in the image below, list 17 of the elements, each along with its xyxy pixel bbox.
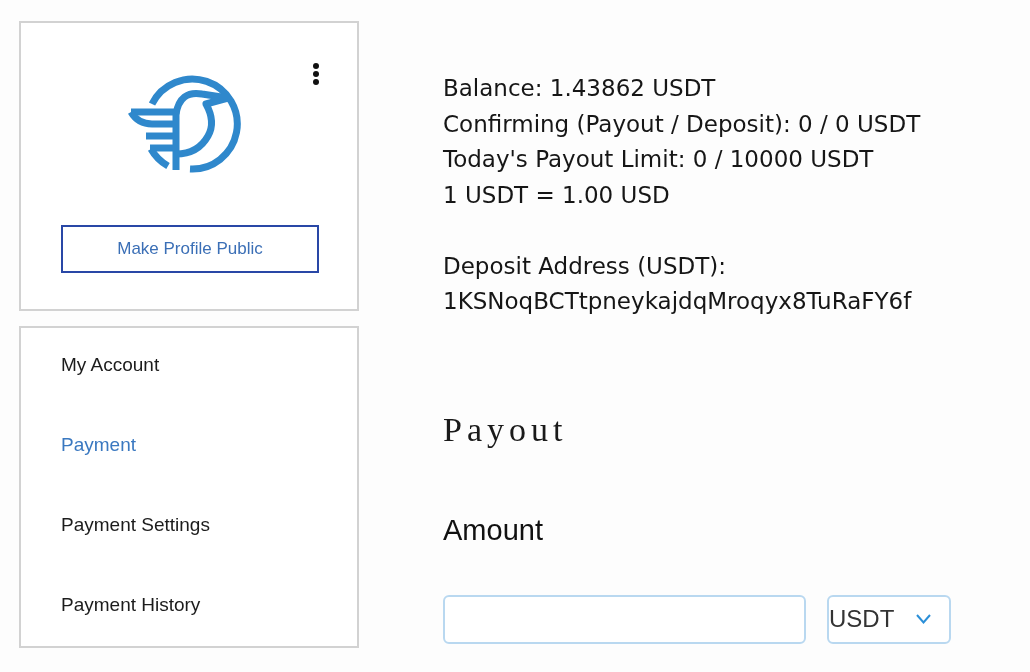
sidebar-item[interactable]: Payment History <box>61 585 201 625</box>
deposit-address-label: Deposit Address (USDT): <box>443 251 727 281</box>
deposit-address: 1KSNoqBCTtpneykajdqMroqyx8TuRaFY6f <box>443 287 912 316</box>
info-text: 1 USDT = 1.00 USD <box>443 180 670 210</box>
payout-heading: Payout <box>443 409 568 450</box>
info-text: Today's Payout Limit: 0 / 10000 USDT <box>443 145 874 174</box>
currency-select[interactable]: USDT <box>827 594 951 644</box>
more-options-icon[interactable] <box>312 63 320 85</box>
amount-input-field[interactable] <box>443 594 806 644</box>
amount-label: Amount <box>443 512 543 547</box>
make-profile-public-button[interactable]: Make Profile Public <box>61 225 319 273</box>
sidebar-item[interactable]: Payment <box>61 425 136 465</box>
info-text: Balance: 1.43862 USDT <box>443 74 716 103</box>
chevron-down-icon <box>916 614 932 624</box>
info-text: Confirming (Payout / Deposit): 0 / 0 USDT <box>443 109 921 139</box>
sidebar-item[interactable]: My Account <box>61 345 160 385</box>
sidebar-item[interactable]: Payment Settings <box>61 505 210 545</box>
